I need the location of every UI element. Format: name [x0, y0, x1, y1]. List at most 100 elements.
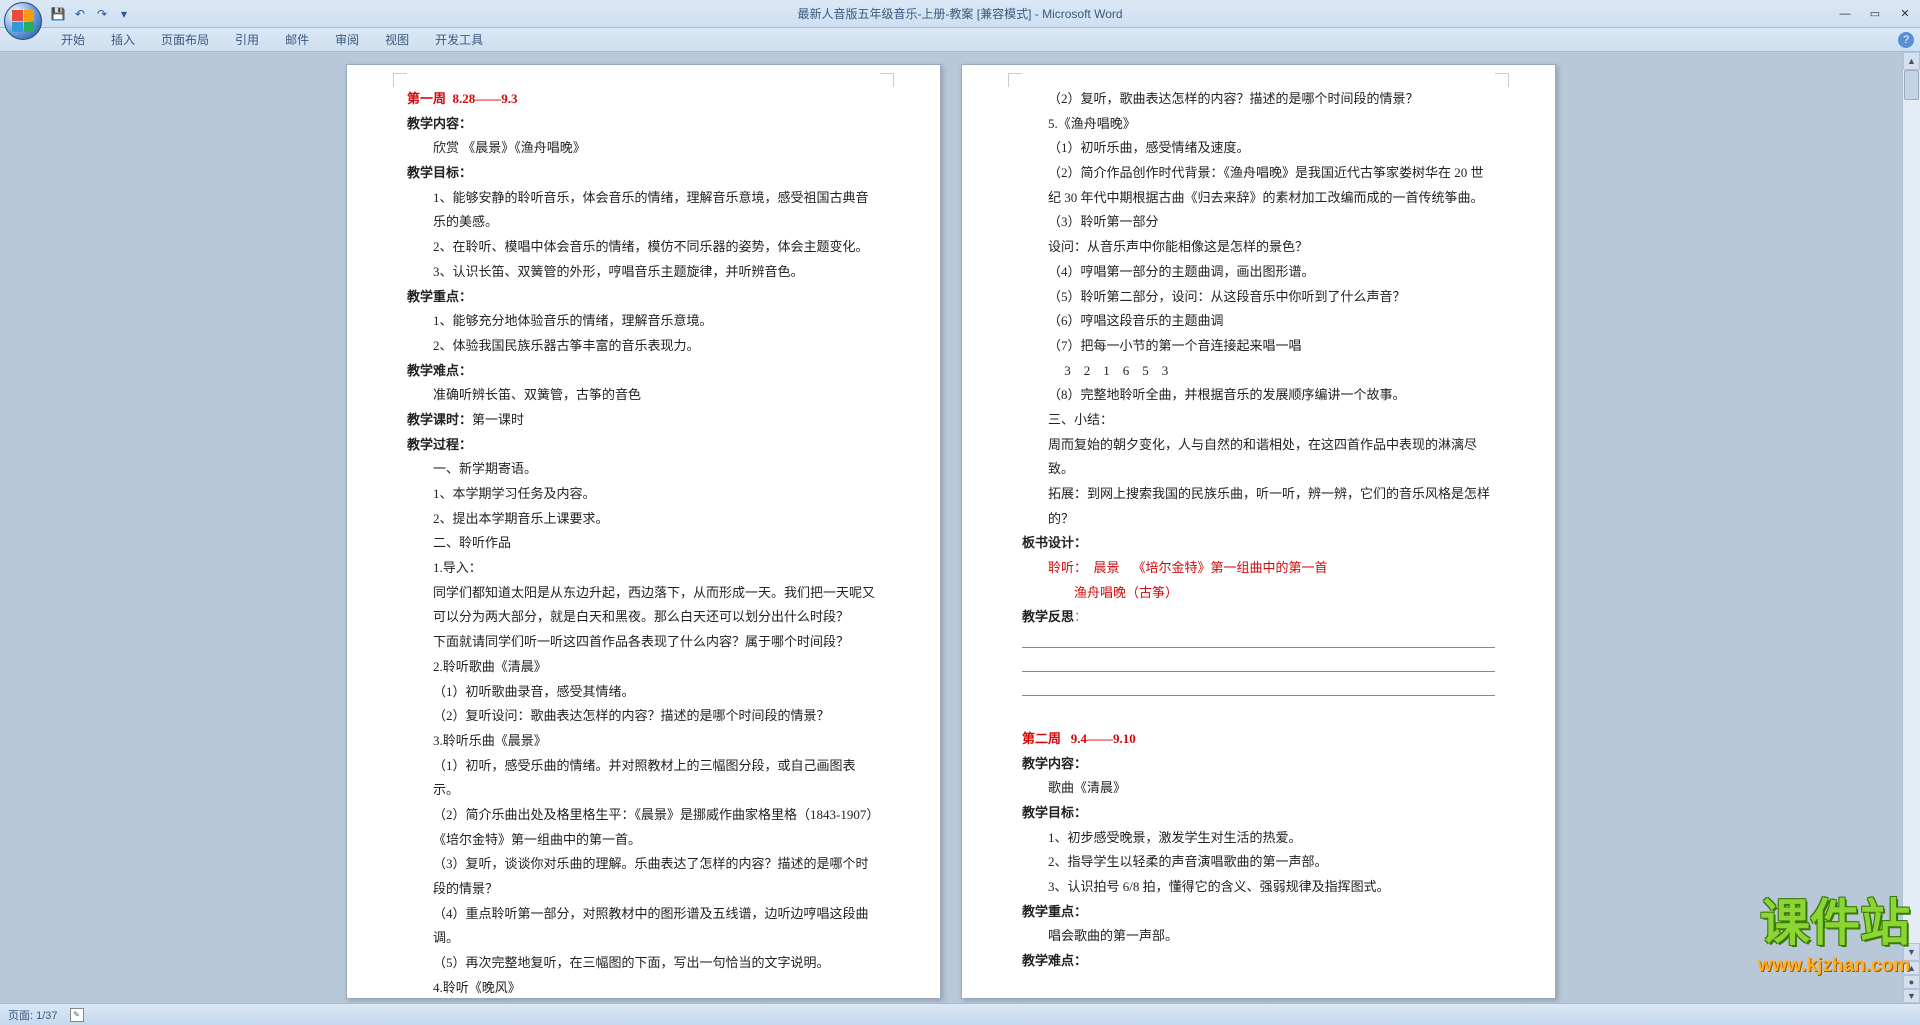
body-text: 歌曲《清晨》 — [1022, 776, 1495, 801]
body-text: 欣赏 《晨景》《渔舟唱晚》 — [407, 136, 880, 161]
title-bar: 💾 ↶ ↷ ▾ 最新人音版五年级音乐-上册-教案 [兼容模式] - Micros… — [0, 0, 1920, 28]
section-heading: 教学内容： — [1022, 752, 1495, 777]
browse-object-button[interactable]: ● — [1903, 975, 1920, 989]
page-indicator[interactable]: 页面: 1/37 — [8, 1007, 58, 1023]
ribbon-tabs: 开始 插入 页面布局 引用 邮件 审阅 视图 开发工具 ? — [0, 28, 1920, 52]
body-text: 3 2 1 6 5 3 — [1022, 359, 1495, 384]
section-heading: 教学目标： — [407, 161, 880, 186]
redo-button[interactable]: ↷ — [92, 4, 112, 24]
scroll-down-button[interactable]: ▼ — [1903, 943, 1920, 961]
body-text: 3、认识拍号 6/8 拍，懂得它的含义、强弱规律及指挥图式。 — [1022, 875, 1495, 900]
reflection-line — [1022, 678, 1495, 696]
reflection-line — [1022, 630, 1495, 648]
tab-references[interactable]: 引用 — [222, 26, 272, 51]
body-text: 2、在聆听、模唱中体会音乐的情绪，模仿不同乐器的姿势，体会主题变化。 — [407, 235, 880, 260]
body-text: （5）聆听第二部分，设问：从这段音乐中你听到了什么声音？ — [1022, 285, 1495, 310]
tab-layout[interactable]: 页面布局 — [148, 26, 222, 51]
body-text: 4.聆听《晚风》 — [407, 976, 880, 1001]
section-heading: 板书设计： — [1022, 531, 1495, 556]
qat-more-button[interactable]: ▾ — [114, 4, 134, 24]
quick-access-toolbar: 💾 ↶ ↷ ▾ — [48, 4, 134, 24]
page-2[interactable]: （2）复听，歌曲表达怎样的内容？描述的是哪个时间段的情景？ 5.《渔舟唱晚》 （… — [961, 64, 1556, 999]
next-page-button[interactable]: ▼ — [1903, 989, 1920, 1003]
body-text: 5.《渔舟唱晚》 — [1022, 112, 1495, 137]
body-text: 1.导入： — [407, 556, 880, 581]
body-text: （2）复听设问：歌曲表达怎样的内容？描述的是哪个时间段的情景？ — [407, 704, 880, 729]
body-text: （2）简介作品创作时代背景：《渔舟唱晚》是我国近代古筝家娄树华在 20 世纪 3… — [1022, 161, 1495, 210]
section-heading: 教学难点： — [407, 359, 880, 384]
tab-developer[interactable]: 开发工具 — [422, 26, 496, 51]
body-text: 第一课时 — [472, 412, 524, 427]
section-heading: 教学过程： — [407, 433, 880, 458]
body-text: 3.聆听乐曲《晨景》 — [407, 729, 880, 754]
body-text: 1、本学期学习任务及内容。 — [407, 482, 880, 507]
body-text: （8）完整地聆听全曲，并根据音乐的发展顺序编讲一个故事。 — [1022, 383, 1495, 408]
tab-mailings[interactable]: 邮件 — [272, 26, 322, 51]
body-text: 2、体验我国民族乐器古筝丰富的音乐表现力。 — [407, 334, 880, 359]
margin-corner-icon — [1008, 73, 1022, 87]
body-text: （2）简介乐曲出处及格里格生平：《晨景》是挪威作曲家格里格（1843-1907）… — [407, 803, 880, 852]
body-text: （4）哼唱第一部分的主题曲调，画出图形谱。 — [1022, 260, 1495, 285]
margin-corner-icon — [880, 73, 894, 87]
scroll-thumb[interactable] — [1904, 70, 1919, 100]
body-text: 唱会歌曲的第一声部。 — [1022, 924, 1495, 949]
body-text: 1、能够安静的聆听音乐，体会音乐的情绪，理解音乐意境，感受祖国古典音乐的美感。 — [407, 186, 880, 235]
office-button[interactable] — [4, 2, 42, 40]
body-text: （1）初听乐曲，感受情绪及速度。 — [1022, 136, 1495, 161]
pages-container: 第一周 8.28——9.3 教学内容： 欣赏 《晨景》《渔舟唱晚》 教学目标： … — [0, 52, 1902, 1003]
reflection-line — [1022, 654, 1495, 672]
body-text: 拓展：到网上搜索我国的民族乐曲，听一听，辨一辨，它们的音乐风格是怎样的？ — [1022, 482, 1495, 531]
section-heading: 教学反思 — [1022, 609, 1074, 624]
reflection-colon: ： — [1074, 609, 1087, 624]
week2-heading: 第二周 9.4——9.10 — [1022, 731, 1136, 746]
board-design-text: 渔舟唱晚（古筝） — [1022, 581, 1495, 606]
body-text: （6）哼唱这段音乐的主题曲调 — [1022, 309, 1495, 334]
body-text: 设问：从音乐声中你能相像这是怎样的景色？ — [1022, 235, 1495, 260]
document-workspace: 第一周 8.28——9.3 教学内容： 欣赏 《晨景》《渔舟唱晚》 教学目标： … — [0, 52, 1920, 1003]
help-icon[interactable]: ? — [1898, 32, 1914, 48]
status-icon[interactable]: ✎ — [70, 1008, 84, 1022]
body-text: 一、新学期寄语。 — [407, 457, 880, 482]
tab-insert[interactable]: 插入 — [98, 26, 148, 51]
body-text: 周而复始的朝夕变化，人与自然的和谐相处，在这四首作品中表现的淋漓尽致。 — [1022, 433, 1495, 482]
page-1[interactable]: 第一周 8.28——9.3 教学内容： 欣赏 《晨景》《渔舟唱晚》 教学目标： … — [346, 64, 941, 999]
body-text: （7）把每一小节的第一个音连接起来唱一唱 — [1022, 334, 1495, 359]
tab-review[interactable]: 审阅 — [322, 26, 372, 51]
body-text: （4）重点聆听第一部分，对照教材中的图形谱及五线谱，边听边哼唱这段曲调。 — [407, 902, 880, 951]
undo-button[interactable]: ↶ — [70, 4, 90, 24]
window-title: 最新人音版五年级音乐-上册-教案 [兼容模式] - Microsoft Word — [797, 5, 1122, 22]
body-text: 2.聆听歌曲《清晨》 — [407, 655, 880, 680]
vertical-scrollbar[interactable]: ▲ ▼ ▲ ● ▼ — [1902, 52, 1920, 1003]
save-button[interactable]: 💾 — [48, 4, 68, 24]
body-text: （1）初听，感受乐曲的情绪。并对照教材上的三幅图分段，或自己画图表示。 — [407, 754, 880, 803]
section-heading: 教学重点： — [407, 285, 880, 310]
maximize-button[interactable]: ▭ — [1860, 4, 1890, 24]
margin-corner-icon — [393, 73, 407, 87]
close-button[interactable]: ✕ — [1890, 4, 1920, 24]
prev-page-button[interactable]: ▲ — [1903, 961, 1920, 975]
body-text: （2）复听，歌曲表达怎样的内容？描述的是哪个时间段的情景？ — [1022, 87, 1495, 112]
scroll-up-button[interactable]: ▲ — [1903, 52, 1920, 70]
body-text: 下面就请同学们听一听这四首作品各表现了什么内容？属于哪个时间段？ — [407, 630, 880, 655]
body-text: 二、聆听作品 — [407, 531, 880, 556]
tab-home[interactable]: 开始 — [48, 26, 98, 51]
body-text: （3）聆听第一部分 — [1022, 210, 1495, 235]
body-text: 准确听辨长笛、双簧管，古筝的音色 — [407, 383, 880, 408]
body-text: 2、提出本学期音乐上课要求。 — [407, 507, 880, 532]
body-text: 同学们都知道太阳是从东边升起，西边落下，从而形成一天。我们把一天呢又可以分为两大… — [407, 581, 880, 630]
scroll-track[interactable] — [1903, 70, 1920, 943]
body-text: 3、认识长笛、双簧管的外形，哼唱音乐主题旋律，并听辨音色。 — [407, 260, 880, 285]
body-text: （3）复听，谈谈你对乐曲的理解。乐曲表达了怎样的内容？描述的是哪个时段的情景？ — [407, 852, 880, 901]
section-heading: 教学重点： — [1022, 900, 1495, 925]
body-text: 2、指导学生以轻柔的声音演唱歌曲的第一声部。 — [1022, 850, 1495, 875]
section-heading: 教学课时： — [407, 412, 472, 427]
section-heading: 教学难点： — [1022, 949, 1495, 974]
body-text: （5）再次完整地复听，在三幅图的下面，写出一句恰当的文字说明。 — [407, 951, 880, 976]
board-design-text: 聆听： 晨景 《培尔金特》第一组曲中的第一首 — [1022, 556, 1495, 581]
tab-view[interactable]: 视图 — [372, 26, 422, 51]
body-text: 三、小结： — [1022, 408, 1495, 433]
body-text: 1、能够充分地体验音乐的情绪，理解音乐意境。 — [407, 309, 880, 334]
body-text: 1、初步感受晚景，激发学生对生活的热爱。 — [1022, 826, 1495, 851]
minimize-button[interactable]: — — [1830, 4, 1860, 24]
window-controls: — ▭ ✕ — [1830, 4, 1920, 24]
